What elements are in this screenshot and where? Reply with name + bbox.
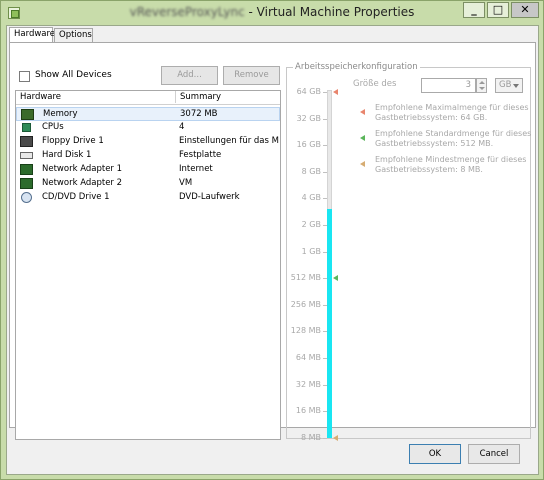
hardware-row-summary: DVD-Laufwerk: [179, 192, 240, 202]
cancel-button[interactable]: Cancel: [468, 444, 520, 464]
hardware-list[interactable]: Hardware Summary Memory 3072 MB CPUs 4 F…: [15, 90, 281, 440]
network-adapter-icon: [20, 178, 33, 189]
memory-size-spinner[interactable]: [476, 78, 487, 93]
window-title: vReverseProxyLync - Virtual Machine Prop…: [1, 5, 543, 19]
add-button[interactable]: Add...: [161, 66, 218, 85]
memory-scale-label: 16 GB: [296, 140, 321, 150]
vm-properties-window: vReverseProxyLync - Virtual Machine Prop…: [0, 0, 544, 480]
hardware-row-cpus[interactable]: CPUs 4: [16, 121, 280, 135]
vm-name: vReverseProxyLync: [129, 5, 245, 19]
memory-scale-label: 256 MB: [290, 299, 321, 309]
max-recommendation-marker: [333, 89, 338, 95]
memory-scale-label: 2 GB: [301, 220, 321, 229]
memory-scale-label: 512 MB: [290, 273, 321, 283]
memory-unit-select[interactable]: GB: [495, 78, 523, 93]
show-all-devices-checkbox[interactable]: [19, 71, 30, 82]
cpu-icon: [22, 123, 31, 132]
memory-scale-label: 8 MB: [300, 432, 321, 442]
hardware-row-network-adapter-2[interactable]: Network Adapter 2 VM: [16, 177, 280, 191]
memory-scale-label: 4 GB: [301, 193, 321, 203]
max-recommendation-icon: [360, 109, 365, 115]
hardware-row-memory[interactable]: Memory 3072 MB: [16, 107, 280, 121]
min-recommendation-line1: Empfohlene Mindestmenge für dieses: [375, 155, 527, 164]
memory-size-input[interactable]: 3: [421, 78, 476, 93]
floppy-icon: [20, 136, 33, 147]
title-bar[interactable]: vReverseProxyLync - Virtual Machine Prop…: [1, 1, 543, 25]
memory-scale-label: 128 MB: [290, 326, 321, 336]
min-recommendation-text: Empfohlene Mindestmenge für dieses Gastb…: [375, 155, 535, 175]
window-title-text: - Virtual Machine Properties: [244, 5, 415, 19]
hardware-row-summary: Einstellungen für das M...: [179, 136, 279, 146]
memory-config-title: Arbeitsspeicherkonfiguration: [293, 62, 420, 72]
min-recommendation-line2: Gastbetriebssystem: 8 MB.: [375, 165, 483, 174]
memory-scale-label: 8 GB: [301, 166, 321, 176]
close-button[interactable]: ✕: [511, 2, 539, 18]
default-recommendation-text: Empfohlene Standardmenge für dieses Gast…: [375, 129, 535, 149]
hardware-row-name: CD/DVD Drive 1: [42, 192, 110, 202]
cd-dvd-icon: [21, 192, 32, 203]
default-recommendation-marker: [333, 275, 338, 282]
max-recommendation-line2: Gastbetriebssystem: 64 GB.: [375, 113, 488, 122]
hardware-row-summary: VM: [179, 178, 193, 188]
default-recommendation-line2: Gastbetriebssystem: 512 MB.: [375, 139, 494, 148]
min-recommendation-marker: [333, 434, 338, 441]
network-adapter-icon: [20, 164, 33, 175]
column-header-hardware[interactable]: Hardware: [20, 92, 61, 102]
hardware-row-summary: Festplatte: [179, 150, 222, 160]
max-recommendation-text: Empfohlene Maximalmenge für dieses Gastb…: [375, 103, 535, 123]
hardware-row-cd-dvd-drive[interactable]: CD/DVD Drive 1 DVD-Laufwerk: [16, 191, 280, 205]
memory-size-label: Größe des: [353, 79, 397, 89]
hardware-row-name: Network Adapter 1: [42, 164, 123, 174]
dialog-client: Hardware Options Show All Devices Add...…: [6, 25, 539, 475]
hardware-row-name: Hard Disk 1: [42, 150, 92, 160]
hardware-row-name: Floppy Drive 1: [42, 136, 104, 146]
hardware-row-hard-disk[interactable]: Hard Disk 1 Festplatte: [16, 149, 280, 163]
hardware-row-network-adapter-1[interactable]: Network Adapter 1 Internet: [16, 163, 280, 177]
hardware-row-summary: 4: [179, 122, 185, 132]
memory-scale-label: 16 MB: [295, 406, 321, 416]
hardware-row-name: Network Adapter 2: [42, 178, 123, 188]
hardware-row-summary: 3072 MB: [180, 109, 218, 119]
hardware-row-name: CPUs: [42, 122, 64, 132]
hardware-row-floppy-drive[interactable]: Floppy Drive 1 Einstellungen für das M..…: [16, 135, 280, 149]
default-recommendation-line1: Empfohlene Standardmenge für dieses: [375, 129, 532, 138]
minimize-button[interactable]: _: [463, 2, 485, 18]
remove-button[interactable]: Remove: [223, 66, 280, 85]
memory-icon: [21, 109, 34, 120]
max-recommendation-line1: Empfohlene Maximalmenge für dieses: [375, 103, 529, 112]
hardware-list-header: Hardware Summary: [16, 91, 280, 105]
memory-scale-label: 32 MB: [295, 379, 321, 389]
column-header-summary[interactable]: Summary: [175, 91, 221, 103]
maximize-button[interactable]: □: [487, 2, 509, 18]
hardware-row-summary: Internet: [179, 164, 213, 174]
hardware-tab-panel: Show All Devices Add... Remove Hardware …: [9, 42, 536, 442]
memory-scale-label: 64 MB: [295, 353, 321, 362]
memory-scale-label: 32 GB: [296, 113, 321, 123]
memory-scale-label: 64 GB: [296, 87, 321, 96]
tab-options[interactable]: Options: [54, 28, 93, 43]
show-all-devices-label: Show All Devices: [35, 70, 112, 80]
default-recommendation-icon: [360, 135, 365, 141]
memory-slider-fill: [327, 209, 332, 438]
min-recommendation-icon: [360, 161, 365, 167]
hardware-row-name: Memory: [43, 109, 78, 119]
hard-disk-icon: [20, 152, 33, 159]
memory-scale-label: 1 GB: [301, 246, 321, 256]
ok-button[interactable]: OK: [409, 444, 461, 464]
